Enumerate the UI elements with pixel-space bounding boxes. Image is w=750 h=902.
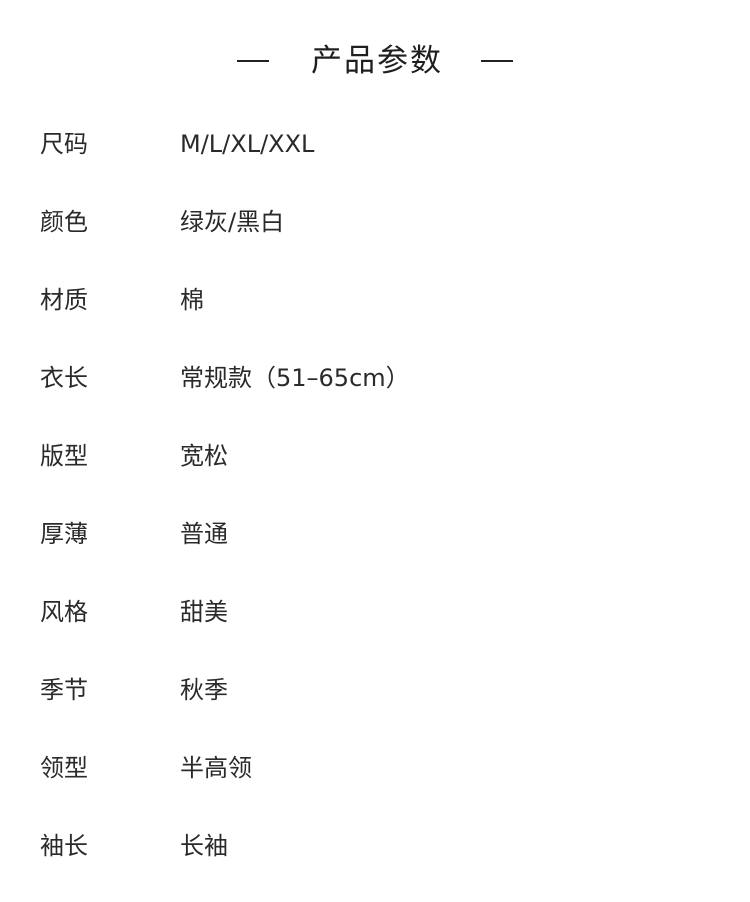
spec-row-color: 颜色 绿灰/黑白 [0,200,750,278]
spec-label: 衣长 [40,364,88,392]
spec-label: 颜色 [40,208,88,236]
spec-row-style: 风格 甜美 [0,590,750,668]
spec-value: 长袖 [180,832,228,860]
spec-row-season: 季节 秋季 [0,668,750,746]
left-dash-divider [237,60,269,62]
spec-label: 厚薄 [40,520,88,548]
spec-row-size: 尺码 M/L/XL/XXL [0,122,750,200]
spec-value: M/L/XL/XXL [180,130,315,158]
spec-label: 袖长 [40,832,88,860]
spec-value: 棉 [180,286,204,314]
spec-value: 绿灰/黑白 [180,208,285,236]
section-header: 产品参数 [0,38,750,84]
section-title: 产品参数 [311,43,443,79]
spec-label: 季节 [40,676,88,704]
spec-row-collar: 领型 半高领 [0,746,750,824]
spec-value: 普通 [180,520,228,548]
spec-row-thickness: 厚薄 普通 [0,512,750,590]
spec-label: 材质 [40,286,88,314]
spec-value: 秋季 [180,676,228,704]
spec-label: 尺码 [40,130,88,158]
spec-row-material: 材质 棉 [0,278,750,356]
right-dash-divider [481,60,513,62]
spec-row-fit: 版型 宽松 [0,434,750,512]
product-spec-list: 尺码 M/L/XL/XXL 颜色 绿灰/黑白 材质 棉 衣长 常规款（51–65… [0,122,750,902]
spec-value: 半高领 [180,754,252,782]
spec-value: 甜美 [180,598,228,626]
spec-label: 风格 [40,598,88,626]
spec-value: 宽松 [180,442,228,470]
spec-row-length: 衣长 常规款（51–65cm） [0,356,750,434]
spec-label: 版型 [40,442,88,470]
spec-label: 领型 [40,754,88,782]
spec-value: 常规款（51–65cm） [180,364,410,392]
spec-row-sleeve: 袖长 长袖 [0,824,750,902]
